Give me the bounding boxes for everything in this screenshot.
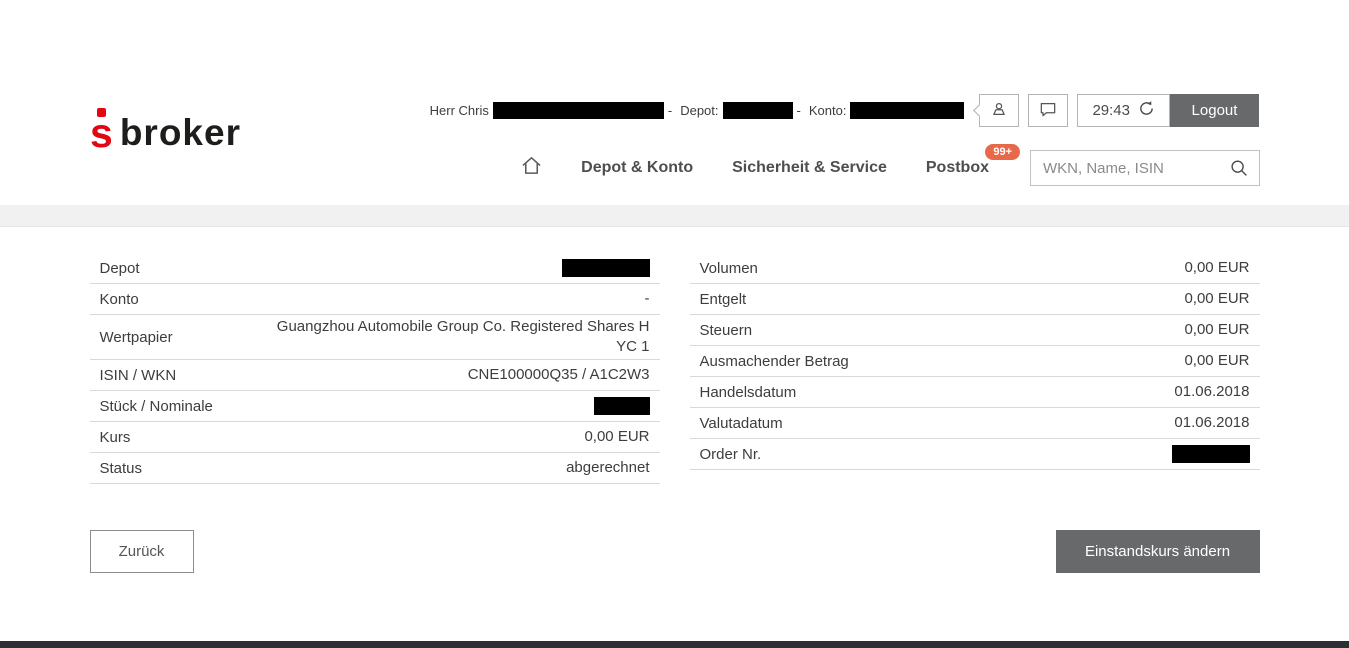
postbox-unread-badge: 99+ [985, 144, 1020, 160]
search-icon[interactable] [1228, 157, 1250, 184]
table-row: Stück / Nominale [90, 391, 660, 422]
home-icon [520, 154, 543, 182]
row-label: ISIN / WKN [100, 367, 177, 384]
order-details-left-table: Depot Konto - Wertpapier Guangzhou Automobil… [90, 253, 660, 484]
search-box [1030, 150, 1260, 186]
back-button[interactable]: Zurück [90, 530, 194, 573]
row-value: 0,00 EUR [584, 427, 649, 447]
user-bar: Herr Chris - Depot: - Konto: 29:43 [426, 94, 1259, 127]
nav-item-depot-konto[interactable]: Depot & Konto [581, 159, 693, 177]
user-icon [989, 99, 1009, 122]
table-row: Status abgerechnet [90, 453, 660, 484]
order-detail-content: Depot Konto - Wertpapier Guangzhou Automobil… [90, 227, 1260, 573]
messages-button[interactable] [1028, 94, 1068, 127]
row-value: 0,00 EUR [1184, 258, 1249, 278]
logout-button[interactable]: Logout [1170, 94, 1259, 127]
row-value: Guangzhou Automobile Group Co. Registere… [270, 317, 650, 357]
table-row: Entgelt 0,00 EUR [690, 284, 1260, 315]
row-label: Status [100, 460, 143, 477]
logo-text: broker [120, 114, 241, 151]
table-row: Kurs 0,00 EUR [90, 422, 660, 453]
search-input[interactable] [1030, 150, 1260, 186]
user-name-prefix: Herr Chris [430, 103, 489, 118]
redacted-depot-number [723, 102, 793, 119]
row-label: Volumen [700, 260, 758, 277]
table-row: ISIN / WKN CNE100000Q35 / A1C2W3 [90, 360, 660, 391]
row-value: abgerechnet [566, 458, 649, 478]
footer-bar [0, 641, 1349, 648]
nav-item-sicherheit-service[interactable]: Sicherheit & Service [732, 159, 887, 177]
row-label: Valutadatum [700, 415, 783, 432]
table-row: Handelsdatum 01.06.2018 [690, 377, 1260, 408]
session-timer-value: 29:43 [1092, 102, 1130, 119]
refresh-icon [1138, 100, 1155, 121]
row-value: 01.06.2018 [1174, 382, 1249, 402]
chat-bubble-icon [1038, 99, 1058, 122]
row-label: Entgelt [700, 291, 747, 308]
table-row: Valutadatum 01.06.2018 [690, 408, 1260, 439]
redacted-user-name [493, 102, 664, 119]
sbroker-logo[interactable]: s broker [90, 114, 241, 151]
row-value: 0,00 EUR [1184, 351, 1249, 371]
table-row: Depot [90, 253, 660, 284]
row-value: 01.06.2018 [1174, 413, 1249, 433]
depot-label: Depot: [680, 103, 718, 118]
separator: - [668, 103, 672, 118]
redacted-value [562, 259, 650, 277]
row-value [562, 259, 650, 277]
row-label: Wertpapier [100, 329, 173, 346]
row-label: Handelsdatum [700, 384, 797, 401]
row-label: Ausmachender Betrag [700, 353, 849, 370]
row-value [1172, 445, 1250, 463]
table-row: Steuern 0,00 EUR [690, 315, 1260, 346]
row-value: CNE100000Q35 / A1C2W3 [468, 365, 650, 385]
table-row: Ausmachender Betrag 0,00 EUR [690, 346, 1260, 377]
header-divider-band [0, 205, 1349, 227]
table-row: Order Nr. [690, 439, 1260, 470]
sparkasse-dot [97, 108, 106, 117]
table-row: Konto - [90, 284, 660, 315]
row-label: Konto [100, 291, 139, 308]
redacted-konto-number [850, 102, 964, 119]
page: s broker Herr Chris - Depot: - Konto: [0, 0, 1349, 648]
main-nav: Depot & Konto Sicherheit & Service Postb… [520, 150, 1260, 186]
row-label: Steuern [700, 322, 753, 339]
change-entry-price-button[interactable]: Einstandskurs ändern [1056, 530, 1260, 573]
table-row: Wertpapier Guangzhou Automobile Group Co.… [90, 315, 660, 360]
redacted-value [1172, 445, 1250, 463]
row-label: Order Nr. [700, 446, 762, 463]
row-value: 0,00 EUR [1184, 289, 1249, 309]
order-details-right-table: Volumen 0,00 EUR Entgelt 0,00 EUR Steuern 0,0… [690, 253, 1260, 470]
table-row: Volumen 0,00 EUR [690, 253, 1260, 284]
row-value: 0,00 EUR [1184, 320, 1249, 340]
profile-button[interactable] [979, 94, 1019, 127]
konto-label: Konto: [809, 103, 847, 118]
row-value: - [645, 289, 650, 309]
redacted-value [594, 397, 650, 415]
separator: - [797, 103, 801, 118]
actions-row: Zurück Einstandskurs ändern [90, 530, 1260, 573]
sparkasse-s-icon: s [90, 115, 113, 151]
row-value [594, 397, 650, 415]
row-label: Stück / Nominale [100, 398, 213, 415]
row-label: Depot [100, 260, 140, 277]
home-nav-button[interactable] [520, 154, 543, 182]
nav-item-postbox[interactable]: Postbox 99+ [926, 159, 989, 177]
row-label: Kurs [100, 429, 131, 446]
nav-item-label: Postbox [926, 159, 989, 176]
site-header: s broker Herr Chris - Depot: - Konto: [0, 0, 1349, 205]
session-timer[interactable]: 29:43 [1077, 94, 1170, 127]
